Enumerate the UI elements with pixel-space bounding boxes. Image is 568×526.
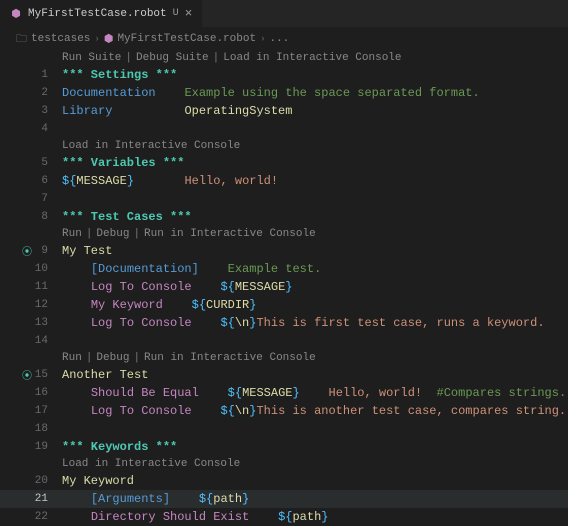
code-line[interactable]: 22 Directory Should Exist ${path} [0,508,568,526]
tab-bar: ⬢ MyFirstTestCase.robot U × [0,0,568,28]
breadcrumb-segment[interactable]: testcases [31,33,90,45]
code-line[interactable]: 1 *** Settings *** [0,66,568,84]
code-line[interactable]: 6 ${MESSAGE} Hello, world! [0,172,568,190]
codelens: Run|Debug|Run in Interactive Console [0,226,568,242]
robot-file-icon: ⬢ [10,8,22,20]
codelens-link[interactable]: Run in Interactive Console [144,228,316,240]
code-editor[interactable]: 1 *** Settings *** 2 Documentation Examp… [0,66,568,526]
codelens-link[interactable]: Debug [96,228,129,240]
codelens-link[interactable]: Run Suite [62,52,121,64]
chevron-right-icon: › [94,34,99,44]
code-line[interactable]: 3 Library OperatingSystem [0,102,568,120]
code-line[interactable]: 8 *** Test Cases *** [0,208,568,226]
suite-codelens: Run Suite | Debug Suite | Load in Intera… [0,50,568,66]
code-line[interactable]: 12 My Keyword ${CURDIR} [0,296,568,314]
folder-icon: 🗀 [16,30,27,49]
code-line[interactable]: 7 [0,190,568,208]
codelens-link[interactable]: Run [62,228,82,240]
code-line[interactable]: ⦿15 Another Test [0,366,568,384]
code-line[interactable]: 20 My Keyword [0,472,568,490]
code-line[interactable]: 5 *** Variables *** [0,154,568,172]
codelens: Run|Debug|Run in Interactive Console [0,350,568,366]
breadcrumb[interactable]: 🗀 testcases › ⬢ MyFirstTestCase.robot › … [0,28,568,50]
code-line[interactable]: 21 [Arguments] ${path} [0,490,568,508]
codelens: Load in Interactive Console [0,138,568,154]
code-line[interactable]: 14 [0,332,568,350]
tab-modified-indicator: U [173,8,179,19]
code-line[interactable]: ⦿9 My Test [0,242,568,260]
codelens: Load in Interactive Console [0,456,568,472]
codelens-link[interactable]: Debug Suite [136,52,209,64]
test-pass-icon[interactable]: ⦿ [20,367,34,383]
code-line[interactable]: 11 Log To Console ${MESSAGE} [0,278,568,296]
codelens-link[interactable]: Run [62,352,82,364]
code-line[interactable]: 4 [0,120,568,138]
close-icon[interactable]: × [185,6,193,21]
robot-file-icon: ⬢ [104,32,114,46]
codelens-link[interactable]: Load in Interactive Console [62,458,240,470]
editor-tab[interactable]: ⬢ MyFirstTestCase.robot U × [0,0,203,27]
code-line[interactable]: 10 [Documentation] Example test. [0,260,568,278]
tab-filename: MyFirstTestCase.robot [28,8,167,20]
code-line[interactable]: 17 Log To Console ${\n}This is another t… [0,402,568,420]
code-line[interactable]: 19 *** Keywords *** [0,438,568,456]
code-line[interactable]: 18 [0,420,568,438]
codelens-link[interactable]: Run in Interactive Console [144,352,316,364]
code-line[interactable]: 16 Should Be Equal ${MESSAGE} Hello, wor… [0,384,568,402]
test-pass-icon[interactable]: ⦿ [20,243,34,259]
code-line[interactable]: 13 Log To Console ${\n}This is first tes… [0,314,568,332]
codelens-link[interactable]: Load in Interactive Console [223,52,401,64]
breadcrumb-segment[interactable]: ... [269,33,289,45]
codelens-link[interactable]: Load in Interactive Console [62,140,240,152]
codelens-link[interactable]: Debug [96,352,129,364]
chevron-right-icon: › [260,34,265,44]
code-line[interactable]: 2 Documentation Example using the space … [0,84,568,102]
breadcrumb-segment[interactable]: MyFirstTestCase.robot [117,33,256,45]
